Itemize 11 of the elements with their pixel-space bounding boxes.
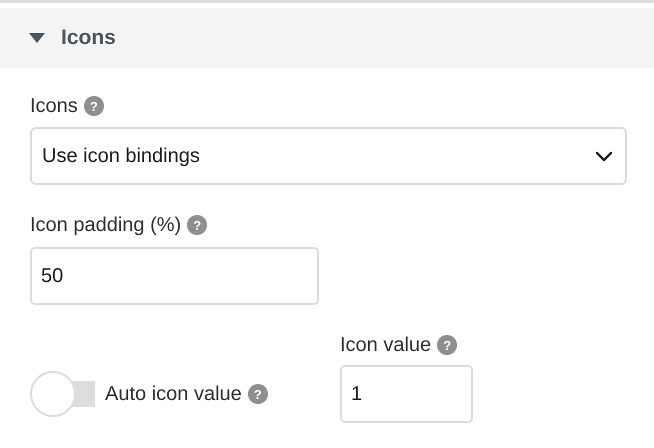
- dropdown-value: Use icon bindings: [42, 144, 200, 168]
- padding-input[interactable]: 50: [30, 247, 319, 305]
- icons-dropdown[interactable]: Use icon bindings: [30, 127, 627, 185]
- toggle-label: Auto icon value: [105, 382, 242, 406]
- field-label: Icon value: [340, 334, 432, 356]
- icon-value-input[interactable]: 1: [340, 365, 473, 423]
- field-label: Icon padding (%): [30, 214, 182, 236]
- chevron-down-icon: [595, 150, 613, 162]
- field-label: Icons: [30, 94, 78, 118]
- section-header[interactable]: Icons: [0, 8, 654, 68]
- section-title: Icons: [61, 26, 116, 50]
